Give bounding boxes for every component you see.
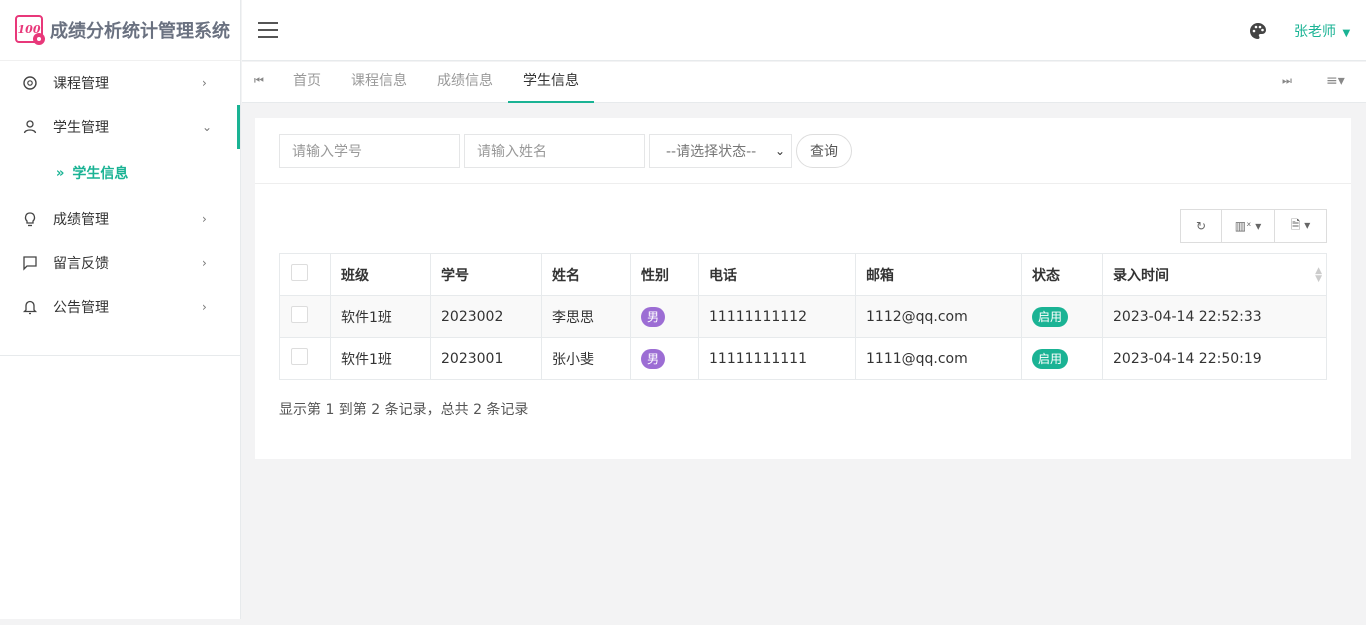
col-header-email[interactable]: 邮箱 (855, 253, 1022, 296)
cell-class: 软件1班 (330, 337, 431, 380)
table-row[interactable]: 软件1班 2023002 李思思 男 11111111112 1112@qq.c… (279, 295, 1327, 338)
cell-gender: 男 (630, 337, 699, 380)
col-header-class[interactable]: 班级 (330, 253, 431, 296)
cell-no: 2023001 (430, 337, 542, 380)
row-select-cell (279, 295, 331, 338)
tab-score-info[interactable]: 成绩信息 (422, 62, 508, 103)
logo-icon: 100 (14, 14, 46, 46)
tab-student-info[interactable]: 学生信息 (508, 62, 594, 103)
refresh-icon[interactable]: ↻ (1181, 210, 1221, 242)
sidebar-item-score[interactable]: 成绩管理 › (0, 197, 240, 241)
status-select-value: --请选择状态-- (666, 144, 757, 160)
gender-badge: 男 (641, 306, 665, 327)
col-header-time[interactable]: 录入时间 ▲ ▼ (1102, 253, 1327, 296)
logo[interactable]: 100 成绩分析统计管理系统 (0, 0, 240, 61)
export-icon[interactable]: 🗎 ▾ (1274, 210, 1326, 242)
tab-home[interactable]: 首页 (278, 62, 336, 103)
chevron-right-icon: › (202, 212, 207, 226)
chevron-down-icon: ⌄ (202, 120, 213, 134)
sidebar-item-student[interactable]: 学生管理 ⌄ (0, 105, 240, 149)
sidebar-item-course[interactable]: 课程管理 › (0, 61, 240, 105)
menu-toggle-icon[interactable] (258, 22, 278, 38)
sidebar-nav: 课程管理 › 学生管理 ⌄ » 学生信息 成绩管理 › 留言反馈 › 公告管理 … (0, 61, 240, 329)
sidebar-item-label: 课程管理 (53, 76, 109, 92)
tab-scroll-left-icon[interactable]: ⏮ (254, 74, 264, 88)
user-name: 张老师 (1294, 24, 1336, 40)
tab-scroll-right-icon[interactable]: ⏭ (1282, 74, 1292, 88)
cell-name: 李思思 (541, 295, 631, 338)
cell-time: 2023-04-14 22:52:33 (1102, 295, 1327, 338)
cell-phone: 11111111112 (698, 295, 856, 338)
palette-icon[interactable] (1249, 22, 1267, 40)
pagination-info: 显示第 1 到第 2 条记录，总共 2 条记录 (279, 402, 529, 418)
student-no-input[interactable]: 请输入学号 (279, 134, 460, 168)
cell-no: 2023002 (430, 295, 542, 338)
user-icon (22, 119, 38, 135)
chevron-right-icon: › (202, 256, 207, 270)
tab-options-icon[interactable]: ≡▾ (1326, 73, 1345, 89)
status-select[interactable]: --请选择状态-- ⌄ (649, 134, 792, 168)
sidebar-item-label: 公告管理 (53, 300, 109, 316)
sidebar-item-label: 留言反馈 (53, 256, 109, 272)
table-toolbar: ↻ ▥ˣ ▾ 🗎 ▾ (1180, 209, 1327, 243)
col-header-gender[interactable]: 性别 (630, 253, 699, 296)
sidebar-item-notice[interactable]: 公告管理 › (0, 285, 240, 329)
tab-course-info[interactable]: 课程信息 (336, 62, 422, 103)
chevron-down-icon: ⌄ (774, 144, 785, 158)
cell-time: 2023-04-14 22:50:19 (1102, 337, 1327, 380)
settings-icon (22, 75, 38, 91)
chevron-right-icon: › (202, 300, 207, 314)
gender-badge: 男 (641, 348, 665, 369)
chevron-right-icon: › (202, 76, 207, 90)
user-menu[interactable]: 张老师 ▼ (1294, 21, 1350, 41)
cell-gender: 男 (630, 295, 699, 338)
search-form: 请输入学号 请输入姓名 --请选择状态-- ⌄ 查询 (255, 118, 1351, 184)
divider (0, 355, 240, 356)
cell-status: 启用 (1021, 337, 1103, 380)
sidebar: 100 成绩分析统计管理系统 课程管理 › 学生管理 ⌄ » 学生信息 成绩管理… (0, 0, 241, 619)
sidebar-subitem-student-info[interactable]: » 学生信息 (0, 149, 240, 197)
content-panel: 请输入学号 请输入姓名 --请选择状态-- ⌄ 查询 ↻ ▥ˣ ▾ 🗎 ▾ 班级… (255, 118, 1351, 459)
sidebar-item-feedback[interactable]: 留言反馈 › (0, 241, 240, 285)
status-badge: 启用 (1032, 348, 1069, 369)
cell-email: 1111@qq.com (855, 337, 1022, 380)
tabs: 首页 课程信息 成绩信息 学生信息 (278, 62, 594, 103)
col-header-no[interactable]: 学号 (430, 253, 542, 296)
sort-icon[interactable]: ▲ ▼ (1315, 266, 1322, 283)
cell-name: 张小斐 (541, 337, 631, 380)
col-header-name[interactable]: 姓名 (541, 253, 631, 296)
status-badge: 启用 (1032, 306, 1069, 327)
tabs-bar: ⏮ 首页 课程信息 成绩信息 学生信息 ⏭ ≡▾ (242, 62, 1366, 103)
row-checkbox[interactable] (291, 306, 308, 323)
message-icon (22, 255, 38, 271)
select-all-cell (279, 253, 331, 296)
sidebar-item-label: 学生管理 (53, 120, 109, 136)
row-checkbox[interactable] (291, 348, 308, 365)
cell-class: 软件1班 (330, 295, 431, 338)
double-chevron-icon: » (56, 165, 65, 181)
cell-status: 启用 (1021, 295, 1103, 338)
app-title: 成绩分析统计管理系统 (50, 21, 230, 42)
select-all-checkbox[interactable] (291, 264, 308, 281)
caret-down-icon: ▼ (1342, 28, 1351, 39)
row-select-cell (279, 337, 331, 380)
cell-phone: 11111111111 (698, 337, 856, 380)
col-header-phone[interactable]: 电话 (698, 253, 856, 296)
bell-icon (22, 299, 38, 315)
lightbulb-icon (22, 211, 38, 227)
query-button[interactable]: 查询 (796, 134, 852, 168)
col-header-time-label: 录入时间 (1113, 267, 1169, 284)
sidebar-subitem-label: 学生信息 (72, 166, 129, 182)
col-header-status[interactable]: 状态 (1021, 253, 1103, 296)
sidebar-item-label: 成绩管理 (53, 212, 109, 228)
columns-icon[interactable]: ▥ˣ ▾ (1221, 210, 1274, 242)
student-table: 班级 学号 姓名 性别 电话 邮箱 状态 录入时间 ▲ ▼ 软件1班 202300… (279, 253, 1327, 380)
cell-email: 1112@qq.com (855, 295, 1022, 338)
table-row[interactable]: 软件1班 2023001 张小斐 男 11111111111 1111@qq.c… (279, 337, 1327, 380)
header: 张老师 ▼ (242, 0, 1366, 61)
name-input[interactable]: 请输入姓名 (464, 134, 645, 168)
